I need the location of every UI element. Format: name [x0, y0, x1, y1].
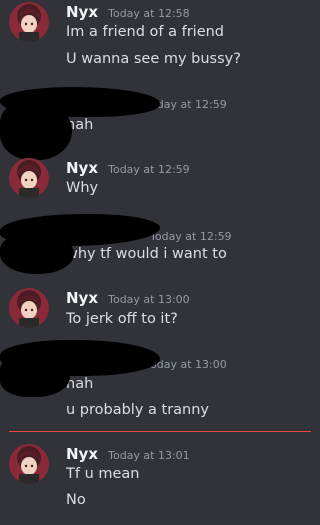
message-header: oday at 13:00	[150, 353, 227, 373]
avatar-image	[9, 158, 49, 198]
message-text: why tf would i want to	[66, 246, 227, 262]
message-text: u probably a tranny	[66, 402, 210, 418]
message-header: Nyx Today at 12:58	[66, 2, 190, 22]
avatar[interactable]	[9, 288, 49, 328]
message-text: Im a friend of a friend	[66, 24, 225, 40]
timestamp[interactable]: Today at 12:59	[150, 230, 232, 243]
message-header: Today at 12:59	[150, 225, 232, 245]
avatar-image	[9, 288, 49, 328]
avatar[interactable]	[9, 444, 49, 484]
new-messages-divider	[9, 431, 311, 432]
redaction-scribble	[0, 355, 70, 397]
timestamp[interactable]: Today at 12:58	[108, 7, 190, 20]
redaction-scribble	[0, 100, 72, 160]
username[interactable]: Nyx	[66, 159, 98, 177]
timestamp[interactable]: Today at 13:01	[108, 449, 190, 462]
timestamp[interactable]: Today at 12:59	[108, 163, 190, 176]
avatar[interactable]	[9, 2, 49, 42]
message-text: nah	[66, 376, 94, 392]
message-text: U wanna see my bussy?	[66, 51, 241, 67]
message-header: Nyx Today at 12:59	[66, 158, 190, 178]
username[interactable]: Nyx	[66, 289, 98, 307]
message-text: Why	[66, 180, 99, 196]
message-text: To jerk off to it?	[66, 311, 178, 327]
avatar-image	[9, 444, 49, 484]
timestamp[interactable]: oday at 12:59	[150, 98, 227, 111]
message-text: Tf u mean	[66, 466, 140, 482]
timestamp[interactable]: Today at 13:00	[108, 293, 190, 306]
message-text: No	[66, 492, 86, 508]
message-header: Nyx Today at 13:01	[66, 444, 190, 464]
chat-message-list: Nyx Today at 12:58 Im a friend of a frie…	[0, 0, 311, 525]
username[interactable]: Nyx	[66, 3, 98, 21]
message-header: oday at 12:59	[150, 93, 227, 113]
message-header: Nyx Today at 13:00	[66, 288, 190, 308]
avatar-image	[9, 2, 49, 42]
redaction-scribble	[0, 232, 74, 274]
username[interactable]: Nyx	[66, 445, 98, 463]
avatar[interactable]	[9, 158, 49, 198]
timestamp[interactable]: oday at 13:00	[150, 358, 227, 371]
